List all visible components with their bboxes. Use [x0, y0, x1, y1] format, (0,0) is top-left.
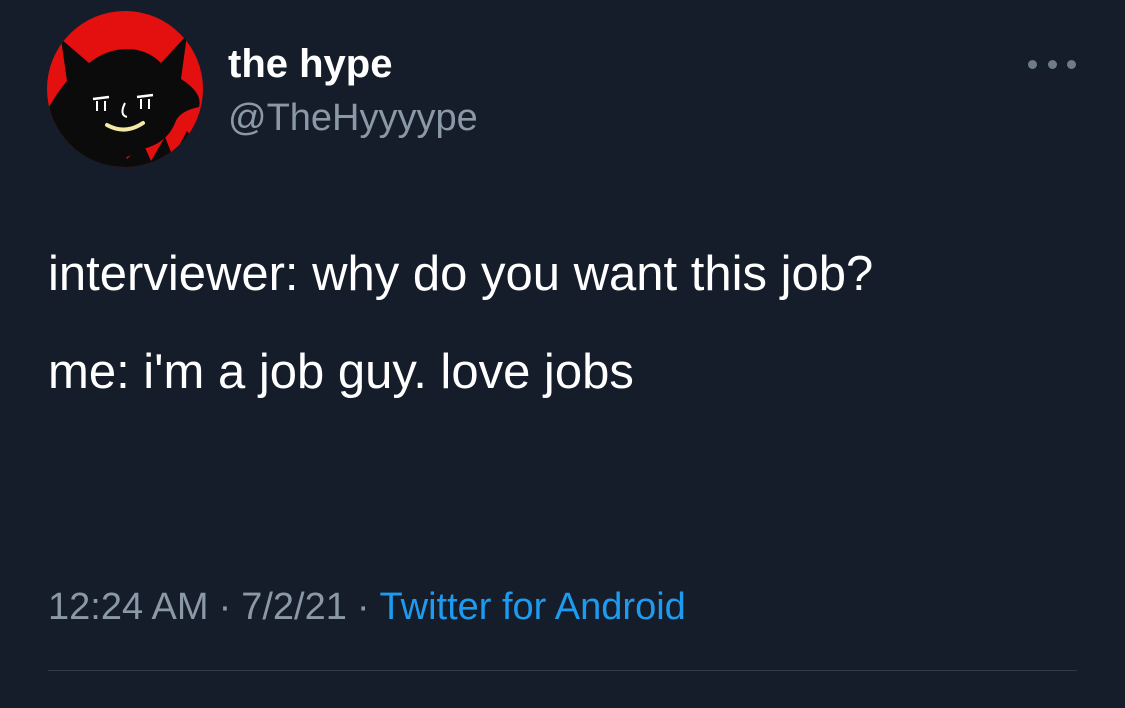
separator: ·	[218, 586, 232, 628]
tweet-date[interactable]: 7/2/21	[241, 586, 347, 628]
tweet-text: interviewer: why do you want this job? m…	[48, 236, 1048, 410]
display-name[interactable]: the hype	[228, 40, 392, 88]
tweet-line: interviewer: why do you want this job?	[48, 247, 874, 301]
more-dots-icon[interactable]	[1028, 52, 1076, 76]
tweet-time[interactable]: 12:24 AM	[48, 586, 209, 628]
dot	[1067, 59, 1076, 69]
separator: ·	[356, 586, 370, 628]
source-link[interactable]: Twitter for Android	[380, 586, 686, 628]
tweet-card: the hype @TheHyyyype interviewer: why do…	[0, 0, 1125, 708]
divider	[48, 670, 1077, 671]
devil-avatar-icon	[47, 11, 203, 167]
dot	[1028, 59, 1037, 69]
tweet-line: me: i'm a job guy. love jobs	[48, 345, 634, 399]
dot	[1047, 59, 1057, 69]
user-handle[interactable]: @TheHyyyype	[228, 95, 478, 141]
avatar[interactable]	[47, 11, 203, 167]
tweet-metadata: 12:24 AM · 7/2/21 · Twitter for Android	[48, 583, 686, 631]
